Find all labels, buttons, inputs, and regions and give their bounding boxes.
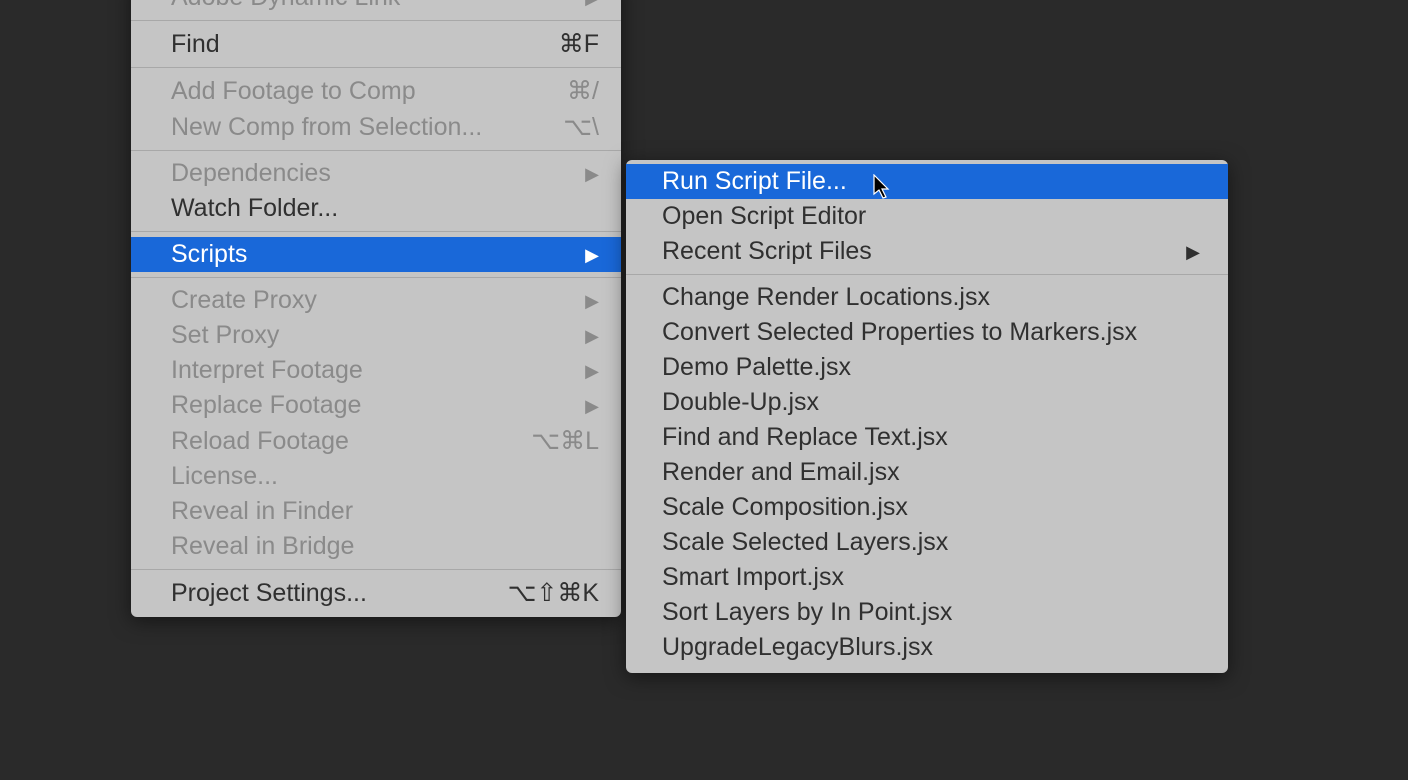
- menu-item-label: Scale Selected Layers.jsx: [662, 528, 948, 557]
- menu-item-script-file[interactable]: Find and Replace Text.jsx: [626, 420, 1228, 455]
- menu-item-create-proxy[interactable]: Create Proxy ▶: [131, 283, 621, 318]
- submenu-arrow-icon: ▶: [585, 0, 599, 7]
- menu-shortcut: ⌥⌘L: [531, 426, 599, 456]
- menu-item-label: Create Proxy: [171, 286, 317, 315]
- menu-separator: [131, 20, 621, 21]
- scripts-submenu: Run Script File... Open Script Editor Re…: [626, 160, 1228, 673]
- menu-item-label: Find: [171, 30, 220, 59]
- submenu-arrow-icon: ▶: [585, 327, 599, 345]
- submenu-arrow-icon: ▶: [585, 362, 599, 380]
- menu-item-project-settings[interactable]: Project Settings... ⌥⇧⌘K: [131, 575, 621, 611]
- mouse-cursor-icon: [873, 174, 893, 200]
- menu-item-label: Reveal in Finder: [171, 497, 353, 526]
- menu-item-label: Watch Folder...: [171, 194, 338, 223]
- menu-item-label: Render and Email.jsx: [662, 458, 900, 487]
- menu-item-script-file[interactable]: Scale Composition.jsx: [626, 490, 1228, 525]
- menu-item-add-footage[interactable]: Add Footage to Comp ⌘/: [131, 73, 621, 109]
- menu-item-label: Add Footage to Comp: [171, 77, 416, 106]
- menu-item-watch-folder[interactable]: Watch Folder...: [131, 191, 621, 226]
- submenu-arrow-icon: ▶: [585, 165, 599, 183]
- menu-separator: [131, 150, 621, 151]
- submenu-arrow-icon: ▶: [585, 397, 599, 415]
- menu-item-label: Scale Composition.jsx: [662, 493, 908, 522]
- menu-item-adobe-dynamic-link[interactable]: Adobe Dynamic Link ▶: [131, 0, 621, 15]
- submenu-arrow-icon: ▶: [585, 292, 599, 310]
- menu-item-script-file[interactable]: Change Render Locations.jsx: [626, 280, 1228, 315]
- submenu-arrow-icon: ▶: [585, 246, 599, 264]
- menu-item-interpret-footage[interactable]: Interpret Footage ▶: [131, 353, 621, 388]
- menu-item-label: License...: [171, 462, 278, 491]
- menu-shortcut: ⌘/: [567, 76, 599, 106]
- menu-item-label: Project Settings...: [171, 579, 367, 608]
- menu-shortcut: ⌘F: [559, 29, 599, 59]
- menu-item-run-script-file[interactable]: Run Script File...: [626, 164, 1228, 199]
- main-menu: Adobe Dynamic Link ▶ Find ⌘F Add Footage…: [131, 0, 621, 617]
- menu-item-label: Convert Selected Properties to Markers.j…: [662, 318, 1137, 347]
- menu-shortcut: ⌥⇧⌘K: [508, 578, 599, 608]
- menu-item-script-file[interactable]: Sort Layers by In Point.jsx: [626, 595, 1228, 630]
- menu-shortcut: ⌥\: [563, 112, 599, 142]
- menu-item-label: Set Proxy: [171, 321, 279, 350]
- menu-item-label: Interpret Footage: [171, 356, 363, 385]
- menu-item-label: Sort Layers by In Point.jsx: [662, 598, 952, 627]
- menu-item-open-script-editor[interactable]: Open Script Editor: [626, 199, 1228, 234]
- menu-separator: [131, 569, 621, 570]
- menu-item-script-file[interactable]: Scale Selected Layers.jsx: [626, 525, 1228, 560]
- menu-item-new-comp[interactable]: New Comp from Selection... ⌥\: [131, 109, 621, 145]
- menu-item-label: UpgradeLegacyBlurs.jsx: [662, 633, 933, 662]
- menu-item-label: Recent Script Files: [662, 237, 872, 266]
- menu-item-label: Dependencies: [171, 159, 331, 188]
- menu-item-label: Change Render Locations.jsx: [662, 283, 990, 312]
- menu-item-reveal-bridge[interactable]: Reveal in Bridge: [131, 529, 621, 564]
- menu-item-script-file[interactable]: Smart Import.jsx: [626, 560, 1228, 595]
- menu-item-scripts[interactable]: Scripts ▶: [131, 237, 621, 272]
- menu-item-label: Open Script Editor: [662, 202, 866, 231]
- menu-item-label: Demo Palette.jsx: [662, 353, 851, 382]
- menu-item-reload-footage[interactable]: Reload Footage ⌥⌘L: [131, 423, 621, 459]
- menu-item-label: Smart Import.jsx: [662, 563, 844, 592]
- menu-item-label: Find and Replace Text.jsx: [662, 423, 948, 452]
- menu-item-label: Run Script File...: [662, 167, 847, 196]
- menu-separator: [626, 274, 1228, 275]
- menu-item-label: Reveal in Bridge: [171, 532, 354, 561]
- menu-separator: [131, 67, 621, 68]
- menu-item-label: Double-Up.jsx: [662, 388, 819, 417]
- menu-item-script-file[interactable]: Double-Up.jsx: [626, 385, 1228, 420]
- menu-item-label: New Comp from Selection...: [171, 113, 482, 142]
- menu-item-reveal-finder[interactable]: Reveal in Finder: [131, 494, 621, 529]
- menu-item-recent-script-files[interactable]: Recent Script Files ▶: [626, 234, 1228, 269]
- menu-item-find[interactable]: Find ⌘F: [131, 26, 621, 62]
- menu-item-license[interactable]: License...: [131, 459, 621, 494]
- menu-item-set-proxy[interactable]: Set Proxy ▶: [131, 318, 621, 353]
- submenu-arrow-icon: ▶: [1186, 243, 1200, 261]
- menu-item-label: Replace Footage: [171, 391, 361, 420]
- menu-item-label: Scripts: [171, 240, 247, 269]
- menu-item-replace-footage[interactable]: Replace Footage ▶: [131, 388, 621, 423]
- menu-item-label: Adobe Dynamic Link: [171, 0, 400, 12]
- menu-item-script-file[interactable]: UpgradeLegacyBlurs.jsx: [626, 630, 1228, 665]
- menu-item-label: Reload Footage: [171, 427, 349, 456]
- menu-separator: [131, 277, 621, 278]
- menu-item-script-file[interactable]: Demo Palette.jsx: [626, 350, 1228, 385]
- menu-item-script-file[interactable]: Convert Selected Properties to Markers.j…: [626, 315, 1228, 350]
- menu-separator: [131, 231, 621, 232]
- menu-item-script-file[interactable]: Render and Email.jsx: [626, 455, 1228, 490]
- menu-item-dependencies[interactable]: Dependencies ▶: [131, 156, 621, 191]
